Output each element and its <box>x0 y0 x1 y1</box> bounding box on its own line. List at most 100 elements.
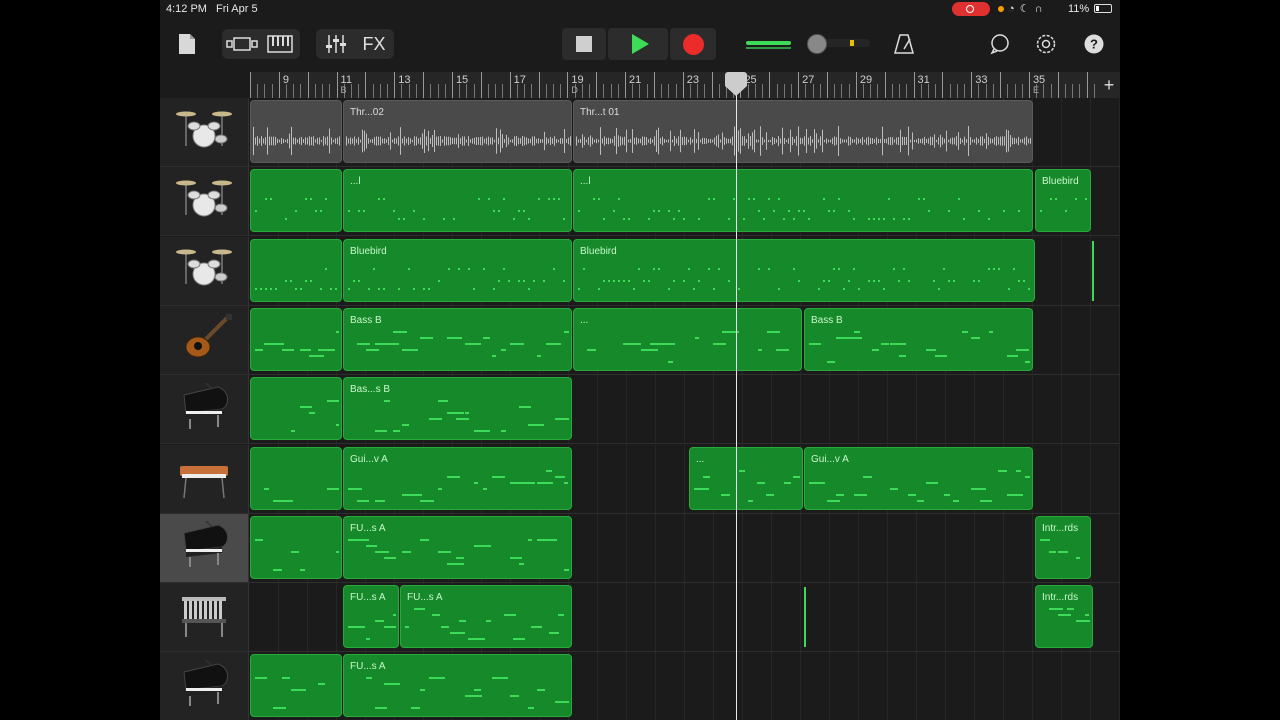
waveform-sample <box>830 139 831 143</box>
stop-button[interactable] <box>562 28 606 60</box>
waveform-sample <box>552 138 553 144</box>
midi-note <box>632 342 641 345</box>
midi-region[interactable] <box>250 377 342 441</box>
midi-note <box>973 279 975 282</box>
settings-gear-icon[interactable] <box>1032 29 1060 59</box>
midi-note <box>843 287 845 290</box>
midi-region[interactable]: Bass B <box>804 307 1033 371</box>
midi-note <box>255 287 257 290</box>
fx-button[interactable]: FX <box>356 29 392 59</box>
midi-region[interactable]: Bluebird <box>1035 169 1091 233</box>
midi-region[interactable]: ... <box>573 307 802 371</box>
waveform-sample <box>984 138 985 144</box>
play-button[interactable] <box>608 28 668 60</box>
midi-note <box>598 287 600 290</box>
waveform-sample <box>916 139 917 143</box>
midi-region[interactable] <box>250 654 342 718</box>
metronome-icon[interactable] <box>890 29 918 59</box>
midi-note <box>528 287 530 290</box>
waveform-sample <box>706 138 707 144</box>
midi-note <box>848 210 850 213</box>
track-lane[interactable]: Gui...v A... Gui...v A <box>250 444 1120 513</box>
midi-note <box>498 279 500 282</box>
midi-region[interactable]: Gui...v A <box>804 446 1033 510</box>
track-lane[interactable]: ...l ...l Bluebird <box>250 167 1120 236</box>
midi-note <box>438 400 448 403</box>
ruler-beat-tick <box>502 84 504 98</box>
midi-region[interactable]: FU...s A <box>343 585 399 649</box>
midi-region[interactable]: Bas...s B <box>343 377 572 441</box>
my-songs-icon[interactable] <box>176 29 198 59</box>
midi-region[interactable] <box>250 169 342 233</box>
track-header-electric-piano[interactable] <box>160 444 249 513</box>
track-header-vibraphone[interactable] <box>160 583 249 652</box>
midi-note <box>478 198 480 201</box>
midi-region-sliver[interactable] <box>1092 240 1094 301</box>
playhead-handle[interactable] <box>725 72 747 96</box>
track-header-grand-piano[interactable] <box>160 513 249 582</box>
midi-region[interactable]: Bluebird <box>573 238 1035 302</box>
track-header-drum-kit[interactable] <box>160 236 249 305</box>
mixer-icon[interactable] <box>318 29 354 59</box>
master-volume-knob[interactable] <box>807 34 827 54</box>
loops-icon[interactable] <box>986 29 1014 59</box>
track-header-drum-kit[interactable] <box>160 98 249 166</box>
grand-piano-icon <box>174 657 234 713</box>
master-volume-slider[interactable] <box>822 39 870 47</box>
keyboard-icon[interactable] <box>262 29 298 59</box>
midi-region[interactable] <box>250 238 342 302</box>
waveform-sample <box>954 137 955 145</box>
help-icon[interactable]: ? <box>1080 29 1108 59</box>
screen-recording-icon[interactable] <box>952 2 990 16</box>
midi-note <box>948 279 950 282</box>
audio-region[interactable] <box>250 100 342 163</box>
midi-region[interactable]: ...l <box>573 169 1033 233</box>
region-name: Bluebird <box>1042 176 1079 188</box>
track-lane[interactable]: FU...s A FU...s A Intr...rds <box>250 583 1120 652</box>
audio-region[interactable]: Thr...02 <box>343 100 572 163</box>
midi-region[interactable] <box>250 307 342 371</box>
midi-region[interactable] <box>250 515 342 579</box>
add-section-button[interactable]: + <box>1098 72 1120 98</box>
track-header-grand-piano[interactable] <box>160 652 249 720</box>
midi-region[interactable]: ... <box>689 446 803 510</box>
track-header-drum-kit[interactable] <box>160 167 249 236</box>
midi-region[interactable]: Bluebird <box>343 238 572 302</box>
waveform-sample <box>672 139 673 143</box>
audio-region[interactable]: Thr...t 01 <box>573 100 1033 163</box>
waveform-sample <box>313 136 314 146</box>
track-header-grand-piano[interactable] <box>160 375 249 444</box>
waveform-sample <box>408 136 409 146</box>
track-lane[interactable]: Bas...s B <box>250 375 1120 444</box>
record-button[interactable] <box>670 28 716 60</box>
waveform-sample <box>968 126 969 156</box>
midi-note <box>728 279 730 282</box>
midi-region[interactable]: FU...s A <box>343 515 572 579</box>
midi-region[interactable] <box>250 446 342 510</box>
midi-region[interactable]: FU...s A <box>343 654 572 718</box>
track-lane[interactable]: Thr...02 Thr...t 01 <box>250 98 1120 166</box>
midi-region[interactable]: Intr...rds <box>1035 515 1091 579</box>
track-lane[interactable]: FU...s A Intr...rds <box>250 513 1120 582</box>
midi-note <box>1076 620 1090 623</box>
waveform-sample <box>470 139 471 143</box>
track-row: ...l ...l Bluebird <box>160 167 1120 237</box>
midi-region[interactable]: Intr...rds <box>1035 585 1093 649</box>
waveform-sample <box>750 136 751 146</box>
timeline-ruler[interactable]: 9 11 B 13 15 17 19 D 21 23 25 27 29 31 33 35 E <box>250 72 1120 98</box>
midi-region[interactable]: ...l <box>343 169 572 233</box>
midi-region-sliver[interactable] <box>804 587 806 648</box>
midi-note <box>998 469 1007 472</box>
midi-note <box>872 348 879 351</box>
track-header-bass-guitar[interactable] <box>160 305 249 374</box>
midi-region[interactable]: Gui...v A <box>343 446 572 510</box>
midi-region[interactable]: FU...s A <box>400 585 572 649</box>
track-lane[interactable]: FU...s A <box>250 652 1120 720</box>
midi-region[interactable]: Bass B <box>343 307 572 371</box>
tracks-view-icon[interactable] <box>224 29 260 59</box>
waveform-sample <box>812 139 813 143</box>
track-lane[interactable]: Bass B... Bass B <box>250 305 1120 374</box>
status-time: 4:12 PM <box>166 3 207 15</box>
midi-note <box>953 499 959 502</box>
track-lane[interactable]: Bluebird Bluebird <box>250 236 1120 305</box>
